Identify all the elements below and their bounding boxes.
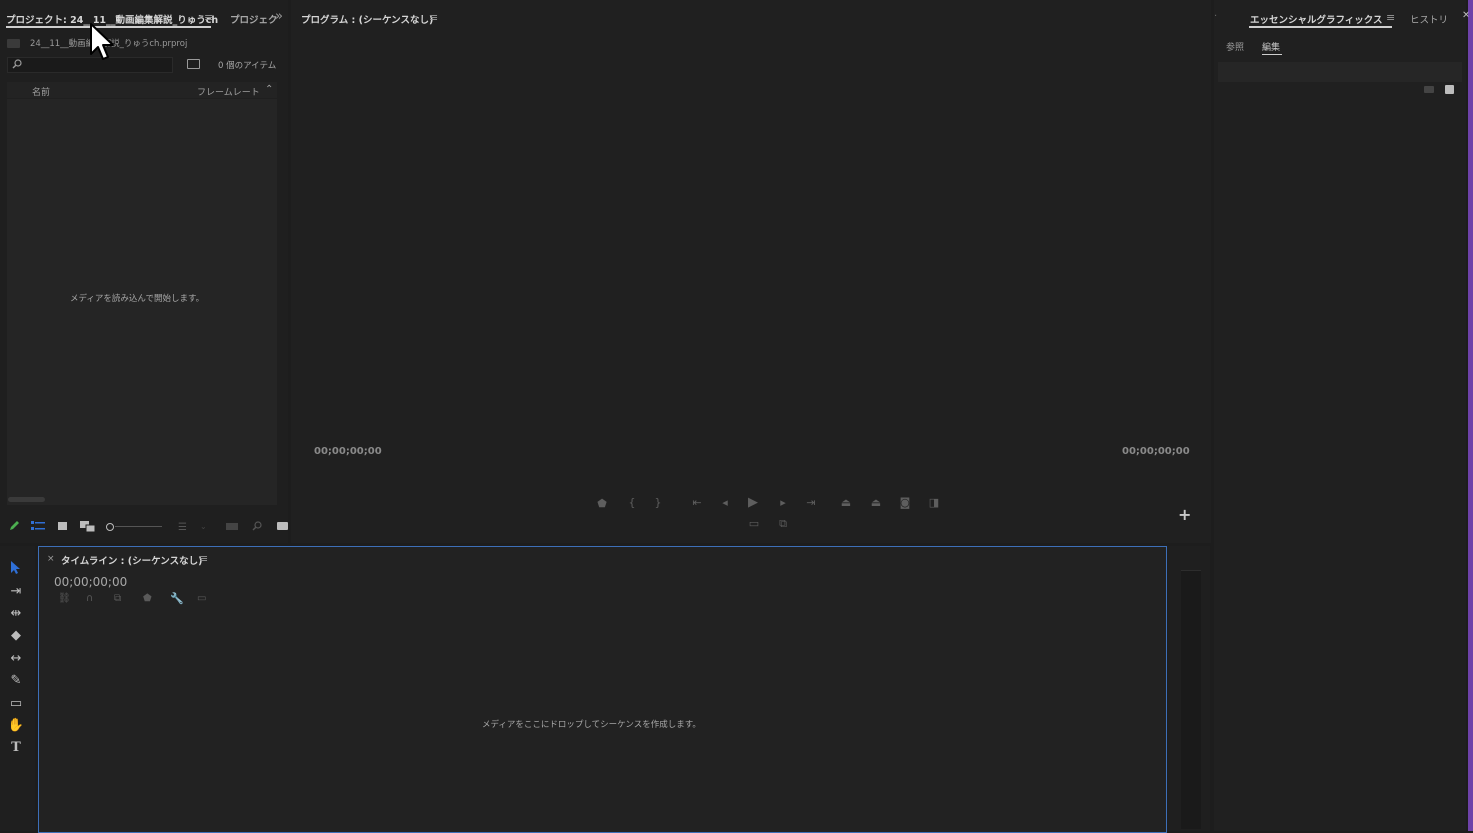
comparison-view-icon[interactable]: ◨ <box>925 496 943 509</box>
ripple-edit-tool-icon[interactable]: ⇹ <box>5 605 27 623</box>
rectangle-tool-icon[interactable]: ▭ <box>5 695 27 713</box>
project-file-icon <box>7 39 20 48</box>
lift-icon[interactable]: ⏏ <box>837 496 855 509</box>
graphics-layer-area[interactable] <box>1218 62 1462 82</box>
column-name[interactable]: 名前 <box>32 85 50 98</box>
extract-icon[interactable]: ⏏ <box>867 496 885 509</box>
wrench-icon[interactable]: 🔧 <box>170 592 184 605</box>
sort-dropdown-chevron-icon[interactable]: ⌄ <box>200 522 207 531</box>
timeline-menu-icon[interactable]: ≡ <box>199 552 208 565</box>
pen-tool-icon[interactable]: ✎ <box>5 672 27 690</box>
add-button[interactable]: + <box>1178 505 1191 524</box>
tab-project-2[interactable]: プロジェク <box>230 12 278 26</box>
go-to-in-icon[interactable]: ⇤ <box>688 496 706 509</box>
selection-tool-icon[interactable] <box>5 561 27 579</box>
tab-essential-graphics-underline <box>1249 26 1392 28</box>
horizontal-scrollbar[interactable] <box>8 497 45 502</box>
nest-icon[interactable]: ⛓ <box>58 593 71 604</box>
track-select-tool-icon[interactable]: ⇥ <box>5 583 27 601</box>
subtab-edit-underline <box>1262 54 1282 55</box>
mark-out-icon[interactable]: } <box>649 496 667 509</box>
sort-icon[interactable]: ☰ <box>178 522 187 533</box>
zoom-slider-handle[interactable] <box>106 523 114 531</box>
project-empty-message: メディアを読み込んで開始します。 <box>70 294 205 304</box>
subtab-edit[interactable]: 編集 <box>1262 40 1280 53</box>
play-icon[interactable]: ▶ <box>744 495 762 510</box>
export-frame-icon[interactable]: ◙ <box>896 496 914 509</box>
tab-history[interactable]: ヒストリ <box>1410 12 1448 26</box>
list-view-icon[interactable] <box>31 521 45 534</box>
search-icon <box>12 59 22 72</box>
panel-dot: · <box>1214 11 1218 22</box>
mouse-cursor-icon <box>89 22 115 65</box>
slip-tool-icon[interactable]: ↔ <box>5 650 27 668</box>
razor-tool-icon[interactable]: ◆ <box>5 627 27 645</box>
timeline-close-icon[interactable]: × <box>47 554 55 564</box>
automate-to-sequence-icon[interactable] <box>226 523 238 530</box>
program-monitor-menu-icon[interactable]: ≡ <box>429 11 438 24</box>
freeform-view-icon[interactable] <box>80 521 96 535</box>
tools-panel: ⇥ ⇹ ◆ ↔ ✎ ▭ ✋ T <box>0 546 35 831</box>
vr-video-icon[interactable]: ⧉ <box>774 517 792 531</box>
type-tool-icon[interactable]: T <box>5 739 27 757</box>
tab-essential-graphics[interactable]: エッセンシャルグラフィックス <box>1250 12 1383 26</box>
program-timecode-current[interactable]: 00;00;00;00 <box>314 446 382 457</box>
pen-icon[interactable] <box>8 520 20 535</box>
subtab-browse[interactable]: 参照 <box>1226 40 1244 53</box>
captions-icon[interactable]: ▭ <box>197 593 206 604</box>
icon-view-icon[interactable] <box>58 522 67 530</box>
program-timecode-duration: 00;00;00;00 <box>1122 446 1190 457</box>
item-count: 0 個のアイテム <box>218 61 277 71</box>
project-panel: プロジェクト: 24__11__動画編集解説_りゅうch ≡ プロジェク » 2… <box>0 0 288 543</box>
program-monitor-panel: プログラム : (シーケンスなし) ≡ 00;00;00;00 00;00;00… <box>291 0 1211 543</box>
zoom-slider-track[interactable] <box>115 526 162 527</box>
mark-in-icon[interactable]: { <box>623 496 641 509</box>
go-to-out-icon[interactable]: ⇥ <box>802 496 820 509</box>
panel-overflow-icon[interactable]: » <box>275 9 283 24</box>
column-framerate[interactable]: フレームレート <box>197 85 260 98</box>
new-bin-bottom-icon[interactable] <box>277 522 288 530</box>
new-layer-icon[interactable] <box>1445 85 1454 94</box>
timeline-panel: × タイムライン : (シーケンスなし) ≡ 00;00;00;00 ⛓ ∩ ⧉… <box>38 546 1167 833</box>
project-panel-menu-icon[interactable]: ≡ <box>204 11 213 24</box>
essential-graphics-panel: · エッセンシャルグラフィックス ≡ ヒストリ ✕ 参照 編集 <box>1214 0 1470 831</box>
essential-graphics-menu-icon[interactable]: ≡ <box>1386 11 1395 24</box>
new-bin-icon[interactable] <box>187 59 200 69</box>
add-marker-icon[interactable]: ⬟ <box>593 497 611 510</box>
window-edge-accent <box>1468 0 1473 831</box>
snap-icon[interactable]: ∩ <box>86 593 93 604</box>
program-monitor-title[interactable]: プログラム : (シーケンスなし) <box>301 12 433 26</box>
timeline-title[interactable]: タイムライン : (シーケンスなし) <box>61 553 202 567</box>
sort-ascending-icon[interactable]: ⌃ <box>265 84 273 95</box>
hand-tool-icon[interactable]: ✋ <box>5 717 27 735</box>
audio-meters-panel <box>1168 546 1210 831</box>
step-forward-icon[interactable]: ▸ <box>774 496 792 509</box>
step-back-icon[interactable]: ◂ <box>716 496 734 509</box>
timeline-empty-message: メディアをここにドロップしてシーケンスを作成します。 <box>482 720 701 730</box>
add-marker-icon-timeline[interactable]: ⬟ <box>143 593 152 604</box>
timeline-timecode[interactable]: 00;00;00;00 <box>54 575 127 589</box>
find-icon[interactable] <box>252 521 262 534</box>
safe-margins-icon[interactable]: ▭ <box>745 517 763 530</box>
linked-selection-icon[interactable]: ⧉ <box>114 593 121 604</box>
new-layer-folder-icon[interactable] <box>1424 86 1434 93</box>
audio-meter-bar <box>1181 570 1201 829</box>
